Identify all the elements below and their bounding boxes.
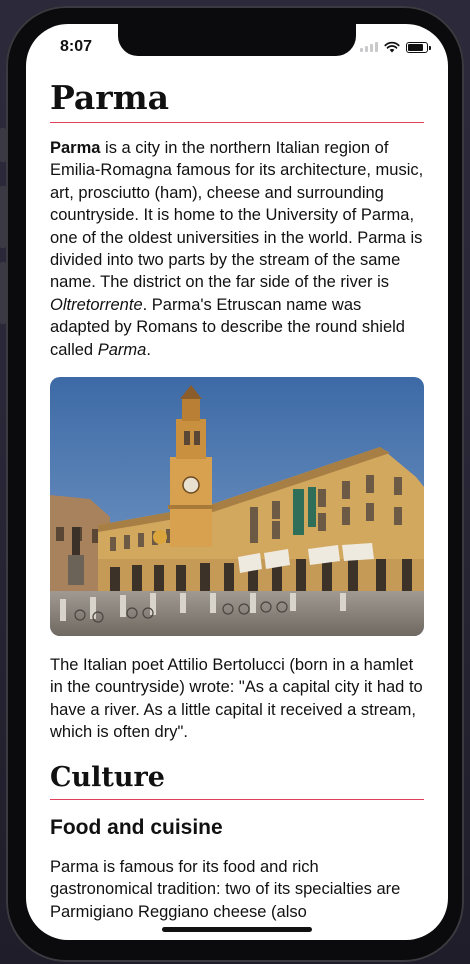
phone-side-button bbox=[0, 128, 6, 162]
home-indicator[interactable] bbox=[162, 927, 312, 932]
app-screen: 8:07 Parma Parma is a city in the northe… bbox=[26, 24, 448, 940]
quote-paragraph: The Italian poet Attilio Bertolucci (bor… bbox=[50, 656, 423, 742]
status-icons bbox=[360, 41, 431, 53]
phone-volume-up bbox=[0, 186, 6, 248]
intro-italic-parma: Parma bbox=[97, 340, 147, 359]
food-paragraph: Parma is famous for its food and rich ga… bbox=[50, 857, 401, 921]
intro-italic-oltretorrente: Oltretorrente bbox=[50, 295, 143, 314]
phone-volume-down bbox=[0, 262, 6, 324]
section-divider bbox=[50, 798, 424, 800]
cellular-signal-icon bbox=[360, 42, 378, 52]
intro-paragraph: Parma is a city in the northern Italian … bbox=[50, 137, 424, 361]
intro-text-3: . bbox=[146, 340, 151, 359]
intro-text-1: is a city in the northern Italian region… bbox=[50, 139, 424, 292]
culture-section: Culture bbox=[50, 760, 424, 800]
wifi-icon bbox=[384, 41, 400, 53]
subsection-title-food: Food and cuisine bbox=[50, 815, 223, 839]
section-title-culture: Culture bbox=[50, 761, 165, 793]
status-time: 8:07 bbox=[60, 38, 93, 55]
intro-bold-lead: Parma bbox=[50, 139, 101, 157]
battery-icon bbox=[406, 41, 431, 53]
article-title: Parma bbox=[50, 78, 169, 117]
article: Parma Parma is a city in the northern It… bbox=[50, 76, 424, 923]
title-divider bbox=[50, 122, 424, 123]
parma-palace-photo bbox=[50, 377, 424, 637]
notch bbox=[118, 24, 356, 56]
